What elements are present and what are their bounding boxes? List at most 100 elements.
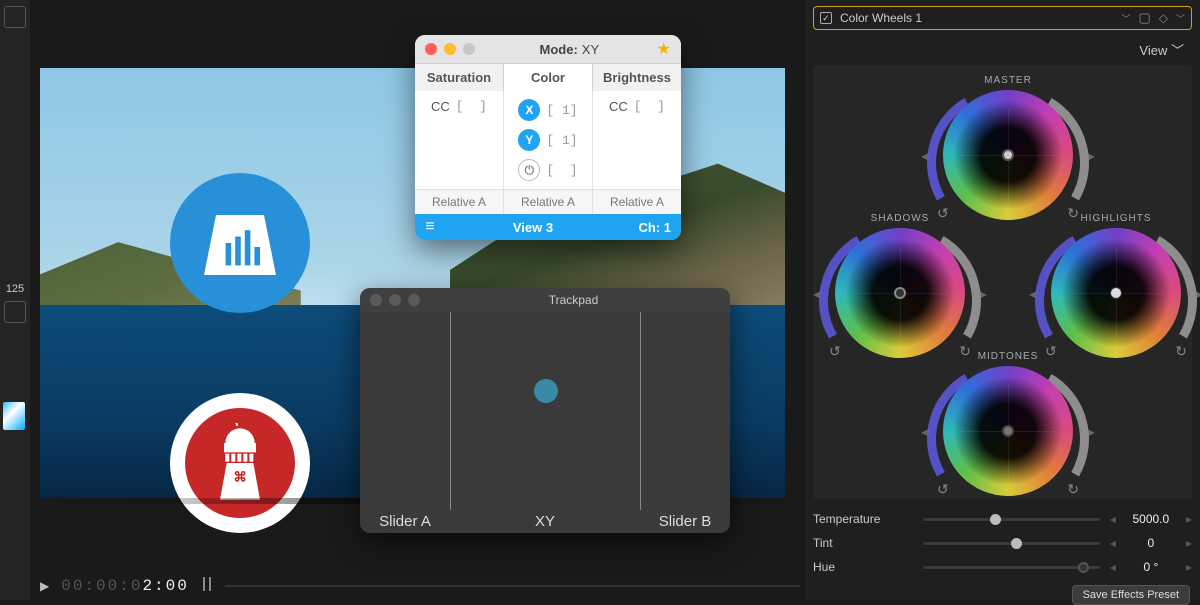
col-saturation: CC [ ] — [415, 91, 504, 189]
scrub-bar[interactable] — [225, 585, 800, 587]
relative-a[interactable]: Relative A — [504, 190, 593, 214]
wheel-highlights: HIGHLIGHTS ◀ ▶ ↺ ↻ — [1051, 213, 1181, 358]
param-slider[interactable] — [923, 542, 1100, 545]
mode-titlebar[interactable]: Mode: XY ★ — [415, 35, 681, 63]
menu-icon[interactable]: ≡ — [415, 218, 445, 236]
mask-icon[interactable]: ▢ — [1138, 10, 1150, 26]
header-brightness[interactable]: Brightness — [593, 64, 681, 91]
relative-a[interactable]: Relative A — [593, 190, 681, 214]
save-effects-preset-button[interactable]: Save Effects Preset — [1072, 585, 1190, 605]
chevron-down-icon[interactable]: ﹀ — [1121, 12, 1130, 25]
effect-header[interactable]: ✓ Color Wheels 1 ﹀ ▢ ◇ ﹀ — [813, 6, 1192, 30]
trackpad-title: Trackpad — [427, 293, 720, 307]
effect-enable-checkbox[interactable]: ✓ — [820, 12, 832, 24]
inspector-panel: ✓ Color Wheels 1 ﹀ ▢ ◇ ﹀ View ﹀ MASTER ◀… — [805, 0, 1200, 600]
color-wheel[interactable] — [835, 228, 965, 358]
param-tint: Tint ◀ 0 ▶ — [813, 531, 1192, 555]
trackpad-titlebar[interactable]: Trackpad — [360, 288, 730, 312]
slider-knob[interactable] — [990, 514, 1001, 525]
col-brightness: CC [ ] — [593, 91, 681, 189]
view-dropdown[interactable]: View ﹀ — [1139, 40, 1184, 59]
rail-icon-mid[interactable] — [4, 301, 26, 323]
bracket-icon[interactable]: [ ] — [634, 99, 665, 114]
param-slider[interactable] — [923, 566, 1100, 569]
label-slider-a: Slider A — [360, 513, 450, 530]
header-saturation[interactable]: Saturation — [415, 64, 504, 91]
app-icon-midi-bars[interactable] — [170, 173, 310, 313]
param-slider[interactable] — [923, 518, 1100, 521]
svg-text:⌘: ⌘ — [233, 470, 246, 485]
header-color[interactable]: Color — [504, 64, 593, 91]
tower-icon: ⌘ — [205, 423, 275, 503]
y-pill[interactable]: Y — [518, 129, 540, 151]
param-label: Hue — [813, 560, 913, 574]
zoom-icon[interactable] — [463, 43, 475, 55]
cc-label: CC — [431, 99, 450, 114]
trackpad-zone-a[interactable] — [360, 312, 450, 510]
stepper-up-icon[interactable]: ▶ — [1186, 515, 1192, 524]
wheel-master: MASTER ◀ ▶ ↺ ↻ — [943, 75, 1073, 220]
effect-name[interactable]: Color Wheels 1 — [840, 11, 1113, 25]
timecode-inactive: 00:00:0 — [61, 577, 142, 595]
color-wheel[interactable] — [1051, 228, 1181, 358]
reset-icon[interactable]: ↻ — [1175, 343, 1187, 360]
transport-bar: ▶ 00:00:02:00 — [40, 572, 800, 600]
close-icon[interactable] — [425, 43, 437, 55]
play-icon[interactable]: ▶ — [40, 579, 49, 594]
bracket-icon[interactable]: [ 1] — [546, 133, 577, 148]
bracket-icon[interactable]: [ 1] — [546, 103, 577, 118]
mode-xy-window: Mode: XY ★ Saturation Color Brightness C… — [415, 35, 681, 240]
color-wheel[interactable] — [943, 366, 1073, 496]
wheel-label: MASTER — [943, 75, 1073, 86]
param-value[interactable]: 0 ° — [1116, 560, 1186, 574]
bracket-icon[interactable]: [ ] — [546, 163, 577, 178]
wheel-label: SHADOWS — [835, 213, 965, 224]
slider-knob[interactable] — [1011, 538, 1022, 549]
view-label[interactable]: View 3 — [445, 220, 621, 235]
color-wheel[interactable] — [943, 90, 1073, 220]
left-rail: 125 — [0, 0, 30, 600]
mode-headers: Saturation Color Brightness — [415, 63, 681, 91]
reset-icon[interactable]: ↻ — [1067, 481, 1079, 498]
favorite-icon[interactable]: ★ — [657, 39, 671, 59]
stepper-up-icon[interactable]: ▶ — [1186, 563, 1192, 572]
trackpad-cursor[interactable] — [534, 379, 558, 403]
relative-a[interactable]: Relative A — [415, 190, 504, 214]
wheel-label: HIGHLIGHTS — [1051, 213, 1181, 224]
trackpad-zone-xy[interactable] — [450, 312, 640, 510]
keyframe-icon[interactable]: ◇ — [1159, 11, 1168, 25]
reset-icon[interactable]: ↺ — [829, 343, 841, 360]
wheel-shadows: SHADOWS ◀ ▶ ↺ ↻ — [835, 213, 965, 358]
x-pill[interactable]: X — [518, 99, 540, 121]
slider-knob[interactable] — [1078, 562, 1089, 573]
chevron-down-icon[interactable]: ﹀ — [1176, 12, 1185, 25]
col-color: X [ 1] Y [ 1] ⏻ [ ] — [504, 91, 593, 189]
stepper-up-icon[interactable]: ▶ — [1186, 539, 1192, 548]
rail-icon-top[interactable] — [4, 6, 26, 28]
bars-icon — [200, 203, 280, 283]
wheel-midtones: MIDTONES ◀ ▶ ↺ ↻ — [943, 351, 1073, 496]
bracket-icon[interactable]: [ ] — [456, 99, 487, 114]
rail-count: 125 — [0, 283, 30, 295]
param-label: Temperature — [813, 512, 913, 526]
close-icon[interactable] — [370, 294, 382, 306]
relative-row: Relative A Relative A Relative A — [415, 189, 681, 214]
zoom-icon[interactable] — [408, 294, 420, 306]
minimize-icon[interactable] — [389, 294, 401, 306]
label-xy: XY — [450, 513, 640, 530]
power-pill[interactable]: ⏻ — [518, 159, 540, 181]
clip-thumbnail[interactable] — [3, 402, 25, 430]
reset-icon[interactable]: ↺ — [937, 481, 949, 498]
mode-title: Mode: XY — [482, 42, 657, 57]
trackpad-zone-b[interactable] — [640, 312, 730, 510]
param-value[interactable]: 0 — [1116, 536, 1186, 550]
trackpad-window: Trackpad Slider A XY Slider B — [360, 288, 730, 533]
minimize-icon[interactable] — [444, 43, 456, 55]
channel-label[interactable]: Ch: 1 — [621, 220, 681, 235]
wheel-label: MIDTONES — [943, 351, 1073, 362]
app-icon-control-tower[interactable]: ⌘ — [170, 393, 310, 533]
param-value[interactable]: 5000.0 — [1116, 512, 1186, 526]
param-hue: Hue ◀ 0 ° ▶ — [813, 555, 1192, 579]
label-slider-b: Slider B — [640, 513, 730, 530]
cc-label: CC — [609, 99, 628, 114]
